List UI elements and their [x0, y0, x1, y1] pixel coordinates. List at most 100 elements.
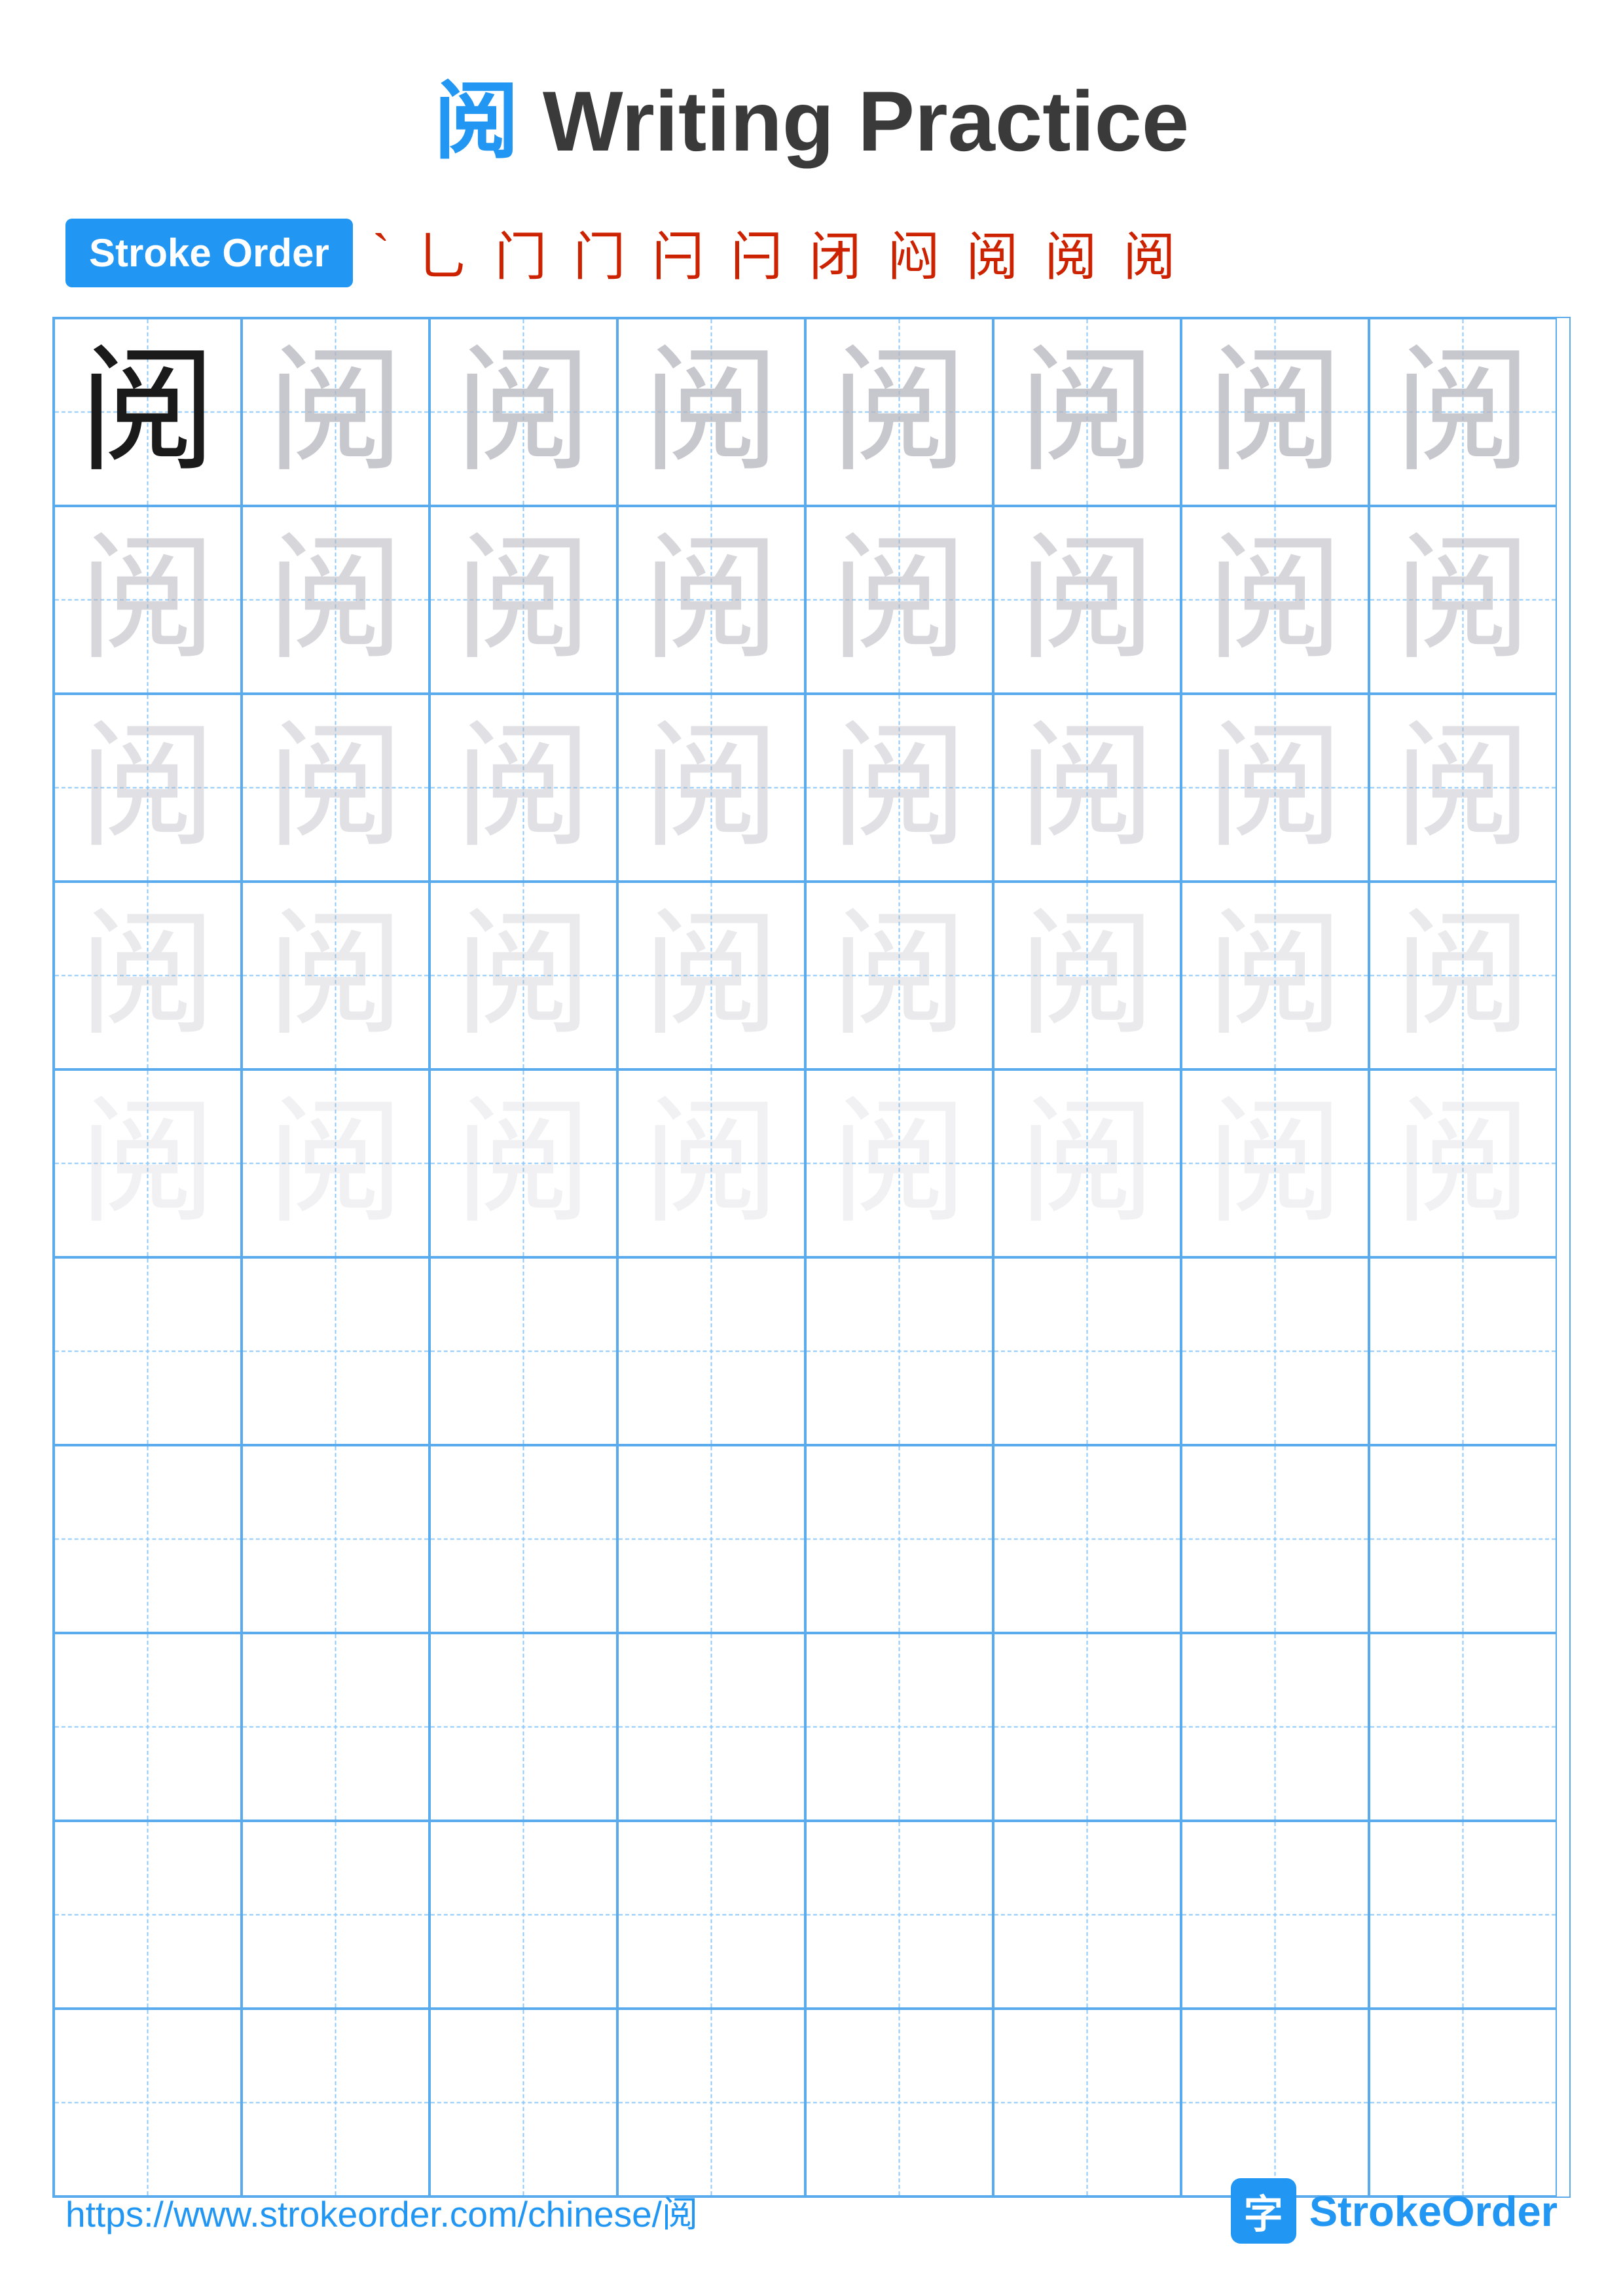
grid-cell[interactable]: 阅 [617, 506, 805, 694]
grid-cell[interactable]: 阅 [617, 318, 805, 506]
grid-cell[interactable]: 阅 [1181, 1069, 1369, 1257]
grid-cell[interactable]: 阅 [993, 506, 1181, 694]
grid-cell[interactable]: 阅 [429, 882, 617, 1069]
grid-cell[interactable]: 阅 [242, 506, 429, 694]
grid-cell[interactable]: 阅 [805, 318, 993, 506]
grid-cell[interactable] [54, 2009, 242, 2197]
stroke-step-4: 门 [573, 215, 638, 291]
grid-row-4: 阅 阅 阅 阅 阅 阅 阅 阅 [54, 882, 1569, 1069]
grid-cell[interactable]: 阅 [805, 882, 993, 1069]
logo-char: 字 [1244, 2183, 1283, 2240]
grid-cell[interactable] [1369, 1633, 1557, 1821]
grid-cell[interactable] [805, 1821, 993, 2009]
grid-cell[interactable]: 阅 [617, 694, 805, 882]
grid-cell[interactable] [54, 1257, 242, 1445]
grid-cell[interactable]: 阅 [1369, 1069, 1557, 1257]
grid-cell[interactable] [242, 1445, 429, 1633]
grid-cell[interactable]: 阅 [54, 694, 242, 882]
grid-row-2: 阅 阅 阅 阅 阅 阅 阅 阅 [54, 506, 1569, 694]
grid-cell[interactable]: 阅 [805, 694, 993, 882]
grid-cell[interactable] [429, 1821, 617, 2009]
grid-cell[interactable] [993, 1445, 1181, 1633]
grid-cell[interactable]: 阅 [54, 882, 242, 1069]
grid-cell[interactable] [993, 2009, 1181, 2197]
grid-cell[interactable]: 阅 [1181, 318, 1369, 506]
grid-cell[interactable] [805, 1445, 993, 1633]
grid-cell[interactable] [1369, 1821, 1557, 2009]
grid-cell[interactable] [617, 1633, 805, 1821]
grid-cell[interactable]: 阅 [993, 882, 1181, 1069]
logo-text: StrokeOrder [1309, 2187, 1558, 2236]
grid-cell[interactable]: 阅 [54, 506, 242, 694]
grid-row-8 [54, 1633, 1569, 1821]
grid-cell[interactable]: 阅 [429, 506, 617, 694]
grid-cell[interactable]: 阅 [242, 882, 429, 1069]
grid-cell[interactable]: 阅 [54, 318, 242, 506]
grid-cell[interactable] [429, 1633, 617, 1821]
grid-cell[interactable] [1181, 1633, 1369, 1821]
grid-cell[interactable] [993, 1633, 1181, 1821]
grid-cell[interactable] [242, 1257, 429, 1445]
grid-cell[interactable] [242, 1821, 429, 2009]
grid-cell[interactable]: 阅 [242, 1069, 429, 1257]
grid-cell[interactable] [429, 1257, 617, 1445]
grid-cell[interactable]: 阅 [993, 318, 1181, 506]
grid-cell[interactable] [805, 1633, 993, 1821]
grid-cell[interactable] [993, 1821, 1181, 2009]
grid-cell[interactable]: 阅 [805, 506, 993, 694]
grid-cell[interactable] [993, 1257, 1181, 1445]
grid-cell[interactable]: 阅 [617, 882, 805, 1069]
grid-cell[interactable]: 阅 [993, 694, 1181, 882]
grid-cell[interactable] [1369, 2009, 1557, 2197]
grid-cell[interactable]: 阅 [242, 318, 429, 506]
grid-row-10 [54, 2009, 1569, 2197]
grid-cell[interactable]: 阅 [1369, 882, 1557, 1069]
grid-cell[interactable]: 阅 [1181, 506, 1369, 694]
grid-cell[interactable] [429, 2009, 617, 2197]
stroke-step-11: 阅 [1123, 215, 1188, 291]
page-title: 阅 Writing Practice [0, 0, 1623, 215]
grid-cell[interactable] [805, 1257, 993, 1445]
grid-cell[interactable]: 阅 [1369, 506, 1557, 694]
stroke-step-6: 闩 [730, 215, 795, 291]
grid-cell[interactable] [242, 2009, 429, 2197]
footer-url[interactable]: https://www.strokeorder.com/chinese/阅 [65, 2185, 698, 2237]
grid-cell[interactable] [1181, 1257, 1369, 1445]
grid-cell[interactable]: 阅 [54, 1069, 242, 1257]
grid-cell[interactable] [617, 1445, 805, 1633]
grid-cell[interactable] [617, 1821, 805, 2009]
grid-cell[interactable]: 阅 [617, 1069, 805, 1257]
grid-row-7 [54, 1445, 1569, 1633]
grid-cell[interactable]: 阅 [993, 1069, 1181, 1257]
grid-cell[interactable] [54, 1633, 242, 1821]
grid-cell[interactable] [1181, 1821, 1369, 2009]
grid-cell[interactable]: 阅 [1181, 694, 1369, 882]
grid-cell[interactable] [1369, 1445, 1557, 1633]
grid-cell[interactable] [617, 2009, 805, 2197]
stroke-order-chars: ` ⺃ 门 门 闩 闩 闭 闷 阅 阅 阅 [373, 215, 1189, 291]
grid-cell[interactable]: 阅 [242, 694, 429, 882]
grid-cell[interactable]: 阅 [1369, 694, 1557, 882]
title-text: Writing Practice [519, 73, 1189, 169]
grid-cell[interactable]: 阅 [429, 694, 617, 882]
grid-cell[interactable]: 阅 [429, 1069, 617, 1257]
grid-cell[interactable]: 阅 [805, 1069, 993, 1257]
grid-cell[interactable] [1181, 2009, 1369, 2197]
footer-logo-icon: 字 [1231, 2178, 1296, 2244]
grid-cell[interactable] [429, 1445, 617, 1633]
grid-cell[interactable]: 阅 [1181, 882, 1369, 1069]
footer-logo: 字 StrokeOrder [1231, 2178, 1558, 2244]
practice-grid-container: 阅 阅 阅 阅 阅 阅 阅 阅 阅 阅 阅 阅 阅 阅 阅 阅 阅 阅 阅 阅 … [0, 317, 1623, 2198]
grid-cell[interactable]: 阅 [429, 318, 617, 506]
grid-cell[interactable]: 阅 [1369, 318, 1557, 506]
grid-cell[interactable] [54, 1821, 242, 2009]
practice-grid: 阅 阅 阅 阅 阅 阅 阅 阅 阅 阅 阅 阅 阅 阅 阅 阅 阅 阅 阅 阅 … [52, 317, 1571, 2198]
grid-cell[interactable] [805, 2009, 993, 2197]
grid-cell[interactable] [1369, 1257, 1557, 1445]
grid-cell[interactable] [1181, 1445, 1369, 1633]
stroke-step-5: 闩 [651, 215, 717, 291]
stroke-step-8: 闷 [887, 215, 953, 291]
grid-cell[interactable] [54, 1445, 242, 1633]
grid-cell[interactable] [242, 1633, 429, 1821]
grid-cell[interactable] [617, 1257, 805, 1445]
